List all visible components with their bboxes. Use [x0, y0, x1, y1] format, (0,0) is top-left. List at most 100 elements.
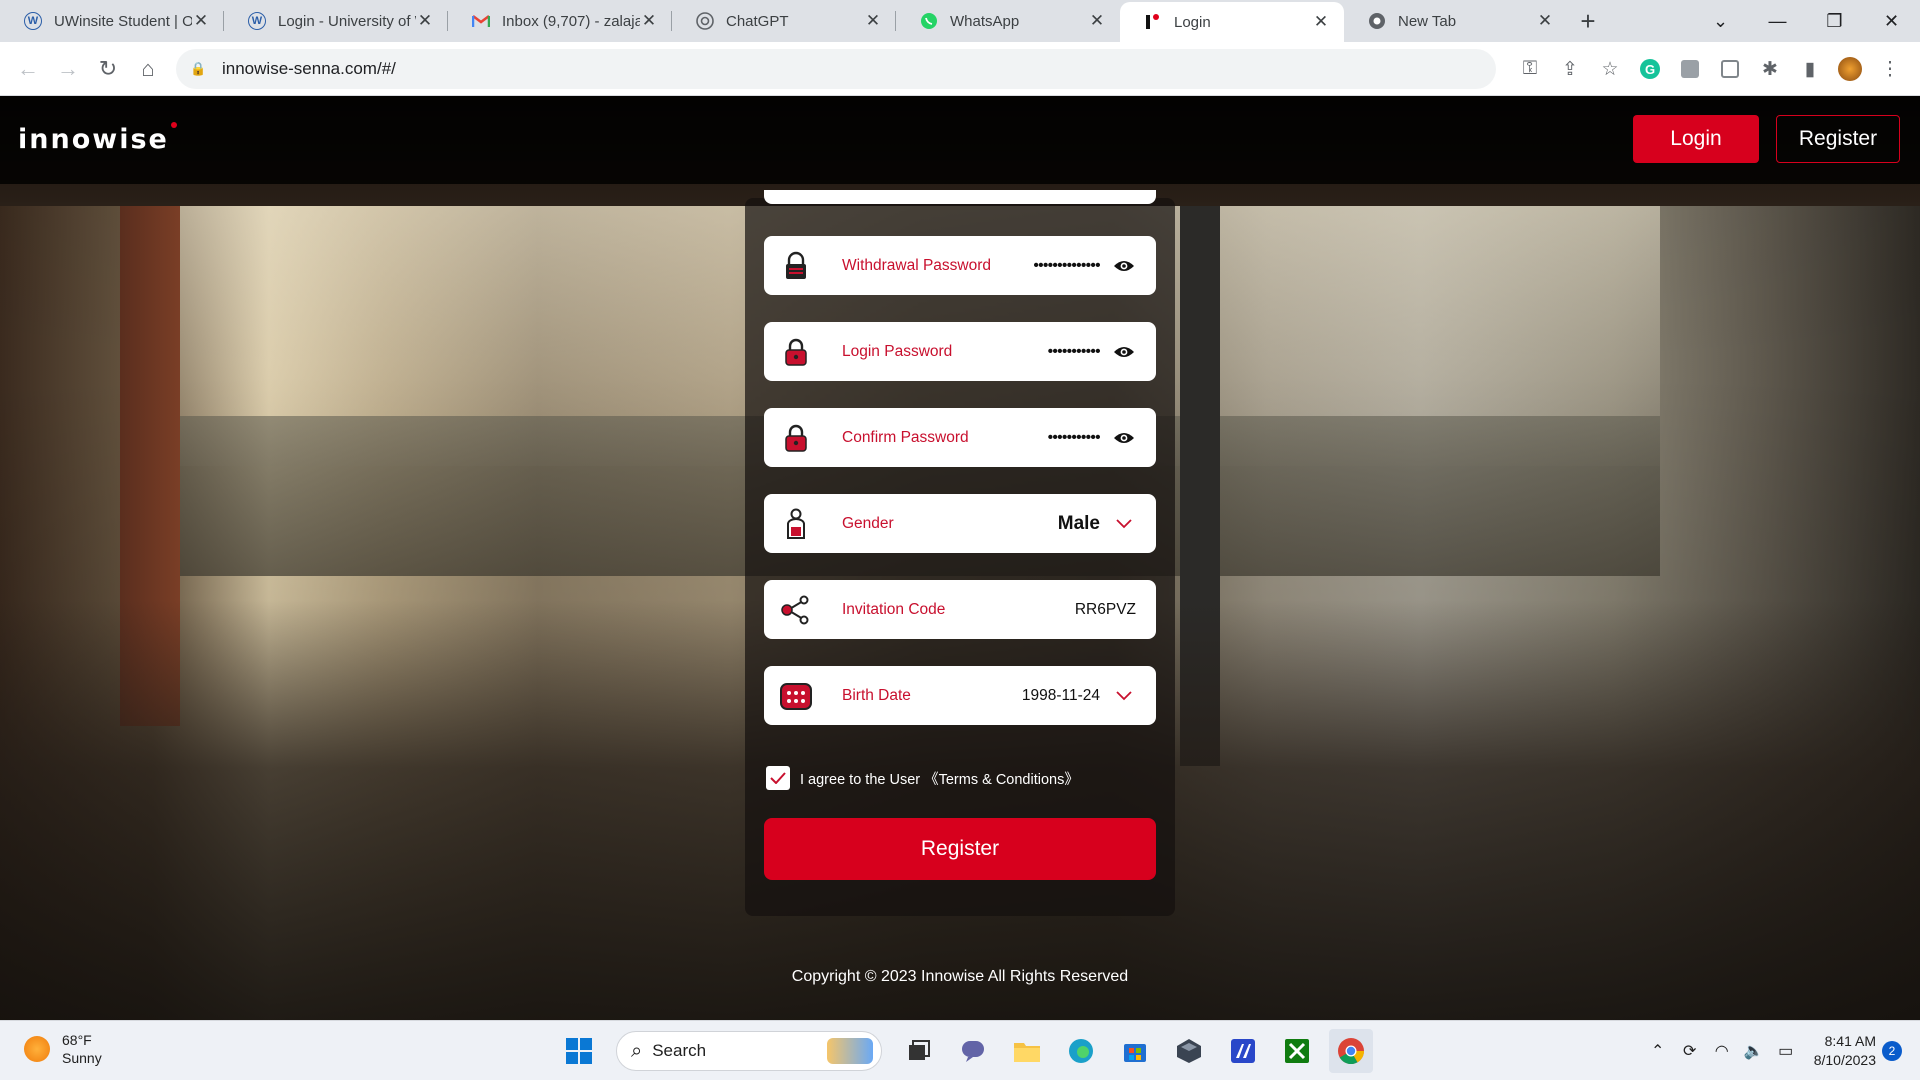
store-icon[interactable]	[1113, 1029, 1157, 1073]
home-icon[interactable]: ⌂	[128, 49, 168, 89]
taskbar-clock[interactable]: 8:41 AM 8/10/2023	[1814, 1032, 1876, 1070]
close-tab-icon[interactable]: ✕	[864, 11, 882, 31]
tab-title: Login - University of W	[278, 12, 416, 30]
sync-icon[interactable]: ⟳	[1674, 1035, 1706, 1067]
chevron-up-icon[interactable]: ⌃	[1642, 1035, 1674, 1067]
weather-widget[interactable]: 68°F Sunny	[24, 1031, 102, 1067]
close-tab-icon[interactable]: ✕	[1088, 11, 1106, 31]
new-tab-button[interactable]: +	[1568, 0, 1608, 42]
puzzle-icon[interactable]: ✱	[1750, 49, 1790, 89]
close-window-icon[interactable]: ✕	[1863, 0, 1920, 42]
task-view-icon[interactable]	[897, 1029, 941, 1073]
restore-icon[interactable]: ❐	[1806, 0, 1863, 42]
app-blue-icon[interactable]	[1221, 1029, 1265, 1073]
chrome-taskbar-icon[interactable]	[1329, 1029, 1373, 1073]
password-value: •••••••••••	[1047, 343, 1101, 360]
invitation-code-value: RR6PVZ	[1074, 600, 1136, 618]
xbox-icon[interactable]	[1275, 1029, 1319, 1073]
volume-icon[interactable]: 🔈	[1738, 1035, 1770, 1067]
wifi-icon[interactable]: ◠	[1706, 1035, 1738, 1067]
close-tab-icon[interactable]: ✕	[1312, 12, 1330, 32]
login-password-field[interactable]: Login Password •••••••••••	[764, 322, 1156, 381]
gender-select[interactable]: Gender Male	[764, 494, 1156, 553]
menu-icon[interactable]: ⋮	[1870, 49, 1910, 89]
window-controls: ⌄ — ❐ ✕	[1692, 0, 1920, 42]
confirm-password-field[interactable]: Confirm Password •••••••••••	[764, 408, 1156, 467]
lock-icon[interactable]: 🔒	[190, 61, 210, 77]
chevron-down-icon[interactable]	[1112, 690, 1136, 701]
register-submit-button[interactable]: Register	[764, 818, 1156, 880]
browser-tab[interactable]: W Login - University of W ✕	[224, 0, 448, 42]
extension-icon[interactable]	[1670, 49, 1710, 89]
browser-tab[interactable]: W UWinsite Student | Of ✕	[0, 0, 224, 42]
browser-tab[interactable]: Inbox (9,707) - zalajay ✕	[448, 0, 672, 42]
clock-time: 8:41 AM	[1824, 1033, 1876, 1049]
logo-text: innowise	[18, 124, 169, 155]
browser-tab[interactable]: ChatGPT ✕	[672, 0, 896, 42]
eye-icon[interactable]	[1112, 254, 1136, 278]
taskbar-search[interactable]: ⌕ Search	[616, 1031, 882, 1071]
teams-chat-icon[interactable]	[951, 1029, 995, 1073]
edge-icon[interactable]	[1059, 1029, 1103, 1073]
scrolled-field-edge	[764, 190, 1156, 204]
terms-checkbox[interactable]	[766, 766, 790, 790]
field-label: Invitation Code	[842, 600, 946, 618]
back-icon[interactable]: ←	[8, 49, 48, 89]
eye-icon[interactable]	[1112, 426, 1136, 450]
browser-tab-active[interactable]: Login ✕	[1120, 2, 1344, 42]
tab-title: WhatsApp	[950, 12, 1020, 30]
close-tab-icon[interactable]: ✕	[640, 11, 658, 31]
close-tab-icon[interactable]: ✕	[192, 11, 210, 31]
notification-badge[interactable]: 2	[1882, 1041, 1902, 1061]
withdrawal-password-field[interactable]: Withdrawal Password ••••••••••••••	[764, 236, 1156, 295]
site-header: innowise Login Register	[0, 96, 1920, 184]
wp-icon: W	[248, 12, 266, 30]
share-icon[interactable]: ⇪	[1550, 49, 1590, 89]
chatgpt-icon	[696, 12, 714, 30]
browser-tab[interactable]: WhatsApp ✕	[896, 0, 1120, 42]
windows-start-icon[interactable]	[557, 1029, 601, 1073]
key-icon[interactable]: ⚿	[1510, 49, 1550, 89]
terms-text[interactable]: I agree to the User 《Terms & Conditions》	[800, 768, 1079, 789]
grammarly-icon[interactable]: G	[1630, 49, 1670, 89]
tab-title: Login	[1174, 13, 1211, 31]
header-register-button[interactable]: Register	[1776, 115, 1900, 163]
person-icon	[764, 494, 828, 553]
forward-icon[interactable]: →	[48, 49, 88, 89]
lock-icon	[764, 236, 828, 295]
browser-tab[interactable]: New Tab ✕	[1344, 0, 1568, 42]
register-form-panel	[745, 198, 1175, 916]
terms-agreement: I agree to the User 《Terms & Conditions》	[766, 766, 1079, 790]
tab-search-icon[interactable]: ⌄	[1692, 0, 1749, 42]
close-tab-icon[interactable]: ✕	[416, 11, 434, 31]
field-label: Gender	[842, 514, 894, 532]
gmail-icon	[472, 12, 490, 30]
app-cube-icon[interactable]	[1167, 1029, 1211, 1073]
battery-icon[interactable]: ▭	[1770, 1035, 1802, 1067]
minimize-icon[interactable]: —	[1749, 0, 1806, 42]
browser-tab-strip: W UWinsite Student | Of ✕ W Login - Univ…	[0, 0, 1920, 42]
file-explorer-icon[interactable]	[1005, 1029, 1049, 1073]
invitation-code-field[interactable]: Invitation Code RR6PVZ	[764, 580, 1156, 639]
password-value: ••••••••••••••	[1033, 257, 1100, 274]
header-login-button[interactable]: Login	[1633, 115, 1759, 163]
calendar-icon	[764, 666, 828, 725]
profile-avatar[interactable]	[1830, 49, 1870, 89]
address-bar[interactable]: 🔒 innowise-senna.com/#/	[176, 49, 1496, 89]
innowise-logo[interactable]: innowise	[18, 122, 177, 155]
close-tab-icon[interactable]: ✕	[1536, 11, 1554, 31]
eye-icon[interactable]	[1112, 340, 1136, 364]
side-panel-icon[interactable]: ▮	[1790, 49, 1830, 89]
birth-date-select[interactable]: Birth Date 1998-11-24	[764, 666, 1156, 725]
windows-taskbar: 68°F Sunny ⌕ Search ⌃ ⟳ ◠ 🔈 ▭ 8:41 AM 8/…	[0, 1020, 1920, 1080]
tab-title: ChatGPT	[726, 12, 789, 30]
star-icon[interactable]: ☆	[1590, 49, 1630, 89]
chevron-down-icon[interactable]	[1112, 518, 1136, 529]
tab-title: UWinsite Student | Of	[54, 12, 192, 30]
gender-value: Male	[1057, 512, 1100, 534]
weather-temp: 68°F	[62, 1032, 92, 1048]
url-text: innowise-senna.com/#/	[222, 59, 396, 78]
reload-icon[interactable]: ↻	[88, 49, 128, 89]
weather-desc: Sunny	[62, 1050, 102, 1066]
extension-icon[interactable]	[1710, 49, 1750, 89]
